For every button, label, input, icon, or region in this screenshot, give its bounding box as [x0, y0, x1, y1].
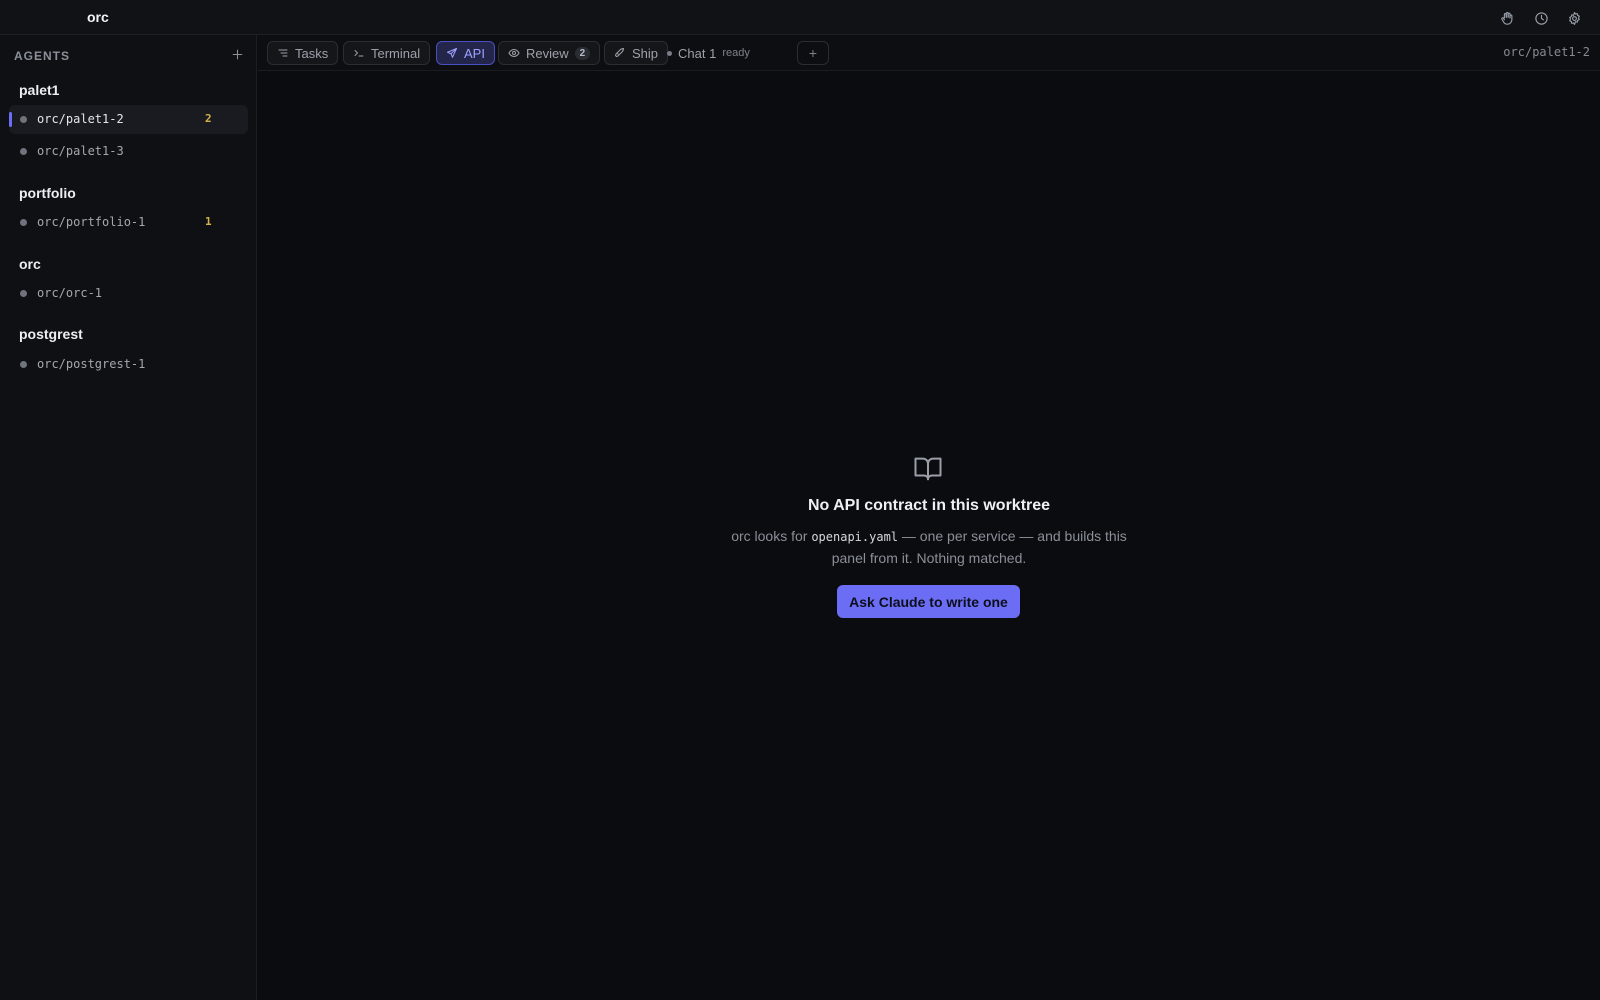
status-dot — [20, 290, 27, 297]
empty-state-description: orc looks for openapi.yaml — one per ser… — [713, 526, 1145, 569]
agent-item-palet1-2[interactable]: orc/palet1-2 2 — [9, 105, 248, 134]
tab-terminal[interactable]: Terminal — [343, 41, 431, 65]
hand-icon[interactable] — [1497, 8, 1517, 28]
empty-state-title: No API contract in this worktree — [807, 497, 1051, 514]
tab-api[interactable]: API — [436, 41, 495, 65]
review-count-badge: 2 — [574, 46, 591, 60]
tab-chat-1[interactable]: Chat 1 ready — [667, 41, 750, 65]
title-bar: orc — [0, 0, 1600, 35]
tab-label: API — [464, 45, 485, 61]
tab-ship[interactable]: Ship — [604, 41, 669, 65]
status-dot — [20, 219, 27, 226]
tab-tasks[interactable]: Tasks — [267, 41, 339, 65]
chat-status: ready — [722, 47, 750, 59]
sidebar: AGENTS palet1 orc/palet1-2 2 orc/palet1-… — [0, 35, 257, 1000]
desc-filename: openapi.yaml — [811, 530, 899, 544]
chat-status-dot — [667, 50, 672, 56]
list-icon — [278, 49, 288, 57]
terminal-icon — [354, 50, 364, 57]
group-title-orc: orc — [19, 256, 41, 272]
desc-prefix: orc looks for — [731, 528, 812, 544]
agent-name: orc/postgrest-1 — [37, 357, 146, 371]
agent-item-palet1-3[interactable]: orc/palet1-3 — [9, 137, 248, 166]
agent-badge: 1 — [205, 215, 212, 228]
tab-label: Tasks — [295, 45, 329, 61]
plus-icon — [232, 49, 242, 59]
agent-item-postgrest-1[interactable]: orc/postgrest-1 — [9, 350, 248, 379]
book-open-icon — [913, 453, 943, 483]
agent-item-portfolio-1[interactable]: orc/portfolio-1 1 — [9, 208, 248, 237]
add-agent-button[interactable] — [228, 45, 246, 63]
eye-icon — [508, 48, 520, 58]
group-title-portfolio: portfolio — [19, 185, 76, 201]
api-empty-state: No API contract in this worktree orc loo… — [258, 71, 1600, 1000]
tab-bar: Tasks Terminal API Review 2 Ship Chat 1 … — [258, 35, 1600, 71]
tab-label: Chat 1 — [678, 45, 717, 61]
agent-name: orc/palet1-3 — [37, 144, 124, 158]
tab-review[interactable]: Review 2 — [498, 41, 601, 65]
agent-name: orc/orc-1 — [37, 286, 103, 300]
status-dot — [20, 148, 27, 155]
agent-name: orc/portfolio-1 — [37, 215, 146, 229]
status-dot — [20, 361, 27, 368]
agent-name: orc/palet1-2 — [37, 112, 124, 126]
group-title-palet1: palet1 — [19, 82, 60, 98]
current-branch: orc/palet1-2 — [1503, 45, 1590, 59]
ask-claude-button[interactable]: Ask Claude to write one — [837, 585, 1020, 618]
app-title: orc — [87, 9, 109, 25]
agent-item-orc-1[interactable]: orc/orc-1 — [9, 279, 248, 308]
agents-header: AGENTS — [14, 49, 71, 63]
send-icon — [447, 48, 457, 58]
add-tab-button[interactable]: + — [797, 41, 829, 65]
tab-label: Ship — [632, 45, 659, 61]
agent-badge: 2 — [205, 112, 212, 125]
gear-icon[interactable] — [1564, 8, 1584, 28]
status-dot — [20, 116, 27, 123]
rocket-icon — [615, 48, 624, 57]
clock-icon[interactable] — [1531, 8, 1551, 28]
group-title-postgrest: postgrest — [19, 326, 83, 342]
tab-label: Terminal — [371, 45, 421, 61]
tab-label: Review — [526, 45, 569, 61]
